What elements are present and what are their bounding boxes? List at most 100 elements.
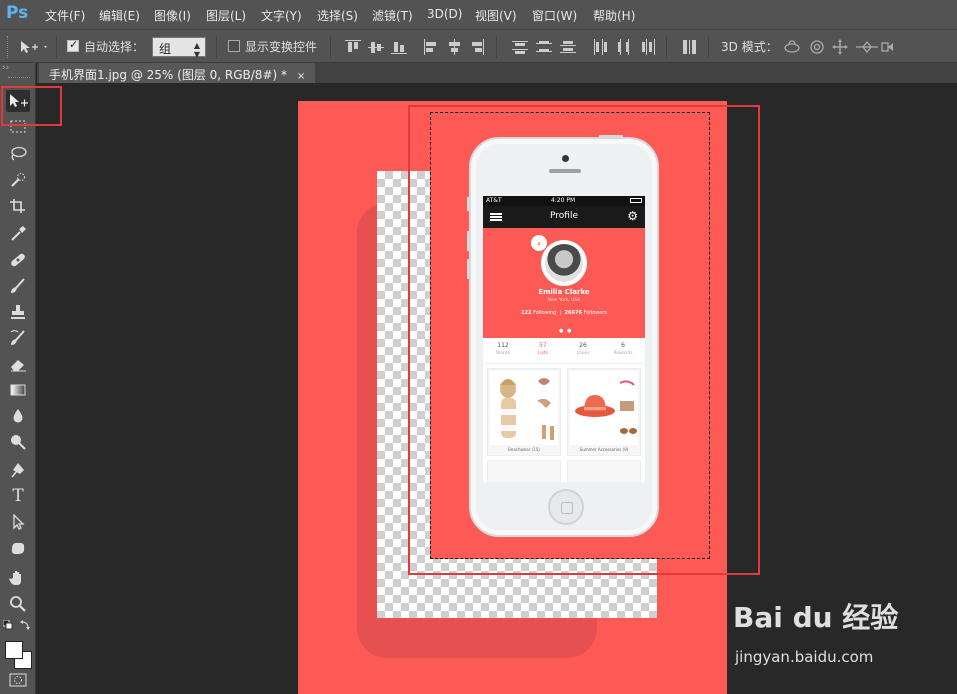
- menu-type[interactable]: 文字(Y): [261, 7, 302, 24]
- menu-select[interactable]: 选择(S): [317, 7, 358, 24]
- distribute-bottom-icon[interactable]: [560, 39, 576, 55]
- custom-shape-tool[interactable]: [6, 537, 30, 559]
- menu-view[interactable]: 视图(V): [475, 7, 517, 24]
- auto-select-checkbox[interactable]: [67, 38, 79, 52]
- crop-tool[interactable]: [6, 195, 30, 217]
- align-left-icon[interactable]: [423, 39, 439, 55]
- bandage-icon: [11, 253, 25, 267]
- 3d-scale-icon[interactable]: [881, 42, 893, 52]
- menu-edit[interactable]: 编辑(E): [99, 7, 140, 24]
- stamp-icon: [11, 305, 25, 319]
- separator: [216, 36, 217, 58]
- default-colors-icon[interactable]: [3, 620, 13, 630]
- eraser-icon: [11, 360, 26, 372]
- options-bar-grip[interactable]: [7, 36, 10, 58]
- zoom-tool[interactable]: [6, 593, 30, 615]
- swap-default-colors: [3, 620, 30, 630]
- separator: [496, 36, 497, 58]
- auto-select-dropdown[interactable]: 组 ▲ ▼: [152, 37, 206, 59]
- type-tool[interactable]: T: [6, 485, 30, 507]
- gradient-tool[interactable]: [6, 379, 30, 401]
- auto-select-label: 自动选择：: [84, 40, 145, 54]
- dodge-tool[interactable]: [6, 431, 30, 453]
- auto-align-layers-icon[interactable]: [682, 39, 698, 55]
- healing-brush-tool[interactable]: [6, 249, 30, 271]
- menu-window[interactable]: 窗口(W): [532, 7, 577, 24]
- options-bar: 自动选择： 组 ▲▼ 显示变换控件 3D 模式：: [0, 29, 957, 63]
- menu-image[interactable]: 图像(I): [154, 7, 191, 24]
- annotation-box-layer: [408, 105, 760, 575]
- path-selection-icon: [13, 513, 25, 530]
- distribute-hcenter-icon[interactable]: [616, 39, 632, 55]
- align-top-icon[interactable]: [345, 39, 361, 55]
- align-bottom-icon[interactable]: [391, 39, 407, 55]
- show-transform-checkbox[interactable]: [228, 40, 240, 52]
- foreground-color-swatch[interactable]: [5, 641, 23, 659]
- document-tab-title: 手机界面1.jpg @ 25% (图层 0, RGB/8#) *: [49, 68, 287, 82]
- document-tab[interactable]: 手机界面1.jpg @ 25% (图层 0, RGB/8#) * ×: [39, 63, 316, 83]
- eraser-tool[interactable]: [6, 353, 30, 375]
- toolbox-grip[interactable]: [8, 77, 30, 78]
- move-tool-icon: [21, 41, 47, 53]
- document-tab-bar: 手机界面1.jpg @ 25% (图层 0, RGB/8#) * ×: [37, 63, 957, 83]
- 3d-roll-icon[interactable]: [810, 40, 824, 54]
- hand-tool[interactable]: [6, 567, 30, 589]
- menu-3d[interactable]: 3D(D): [427, 7, 462, 21]
- pen-icon: [11, 463, 24, 478]
- brush-icon: [11, 278, 25, 293]
- 3d-pan-icon[interactable]: [832, 39, 848, 55]
- toolbox-panel: ›› T: [0, 63, 36, 694]
- menu-file[interactable]: 文件(F): [45, 7, 85, 24]
- updown-arrows-icon: ▲ ▼: [193, 41, 200, 59]
- align-hcenter-icon[interactable]: [446, 39, 462, 55]
- lasso-tool[interactable]: [6, 142, 30, 164]
- separator: [666, 36, 667, 58]
- distribute-right-icon[interactable]: [640, 39, 656, 55]
- type-t-icon: T: [12, 486, 24, 506]
- history-brush-tool[interactable]: [6, 327, 30, 349]
- align-right-icon[interactable]: [469, 39, 485, 55]
- distribute-top-icon[interactable]: [512, 39, 528, 55]
- 3d-slide-icon[interactable]: [856, 40, 878, 54]
- menu-help[interactable]: 帮助(H): [593, 7, 635, 24]
- separator: [330, 36, 331, 58]
- lasso-icon: [11, 146, 27, 161]
- close-tab-icon[interactable]: ×: [297, 71, 305, 82]
- quick-selection-icon: [11, 173, 25, 187]
- magnifier-icon: [10, 596, 26, 612]
- eyedropper-icon: [11, 226, 26, 241]
- distribute-vcenter-icon[interactable]: [536, 39, 552, 55]
- auto-select-value: 组: [159, 42, 172, 56]
- blur-tool[interactable]: [6, 405, 30, 427]
- menu-filter[interactable]: 滤镜(T): [372, 7, 413, 24]
- path-selection-tool[interactable]: [6, 511, 30, 533]
- 3d-mode-label: 3D 模式：: [721, 40, 778, 54]
- quick-selection-tool[interactable]: [6, 169, 30, 191]
- shape-blob-icon: [11, 542, 25, 555]
- eyedropper-tool[interactable]: [6, 222, 30, 244]
- menu-layer[interactable]: 图层(L): [206, 7, 246, 24]
- baidu-jingyan-watermark: Bai du 经验: [733, 601, 899, 634]
- dodge-icon: [11, 435, 26, 450]
- toolbox-collapse-button[interactable]: ››: [2, 63, 9, 73]
- distribute-left-icon[interactable]: [592, 39, 608, 55]
- pen-tool[interactable]: [6, 459, 30, 481]
- photoshop-logo: Ps: [6, 3, 29, 23]
- align-vcenter-icon[interactable]: [368, 39, 384, 55]
- crop-icon: [10, 199, 25, 213]
- separator: [708, 36, 709, 58]
- tool-preset-picker[interactable]: [19, 38, 49, 56]
- menu-bar: Ps 文件(F) 编辑(E) 图像(I) 图层(L) 文字(Y) 选择(S) 滤…: [0, 0, 957, 29]
- hand-icon: [9, 571, 21, 585]
- separator: [56, 36, 57, 58]
- 3d-mode-icons: [784, 39, 893, 55]
- watermark-domain: jingyan.baidu.com: [735, 648, 874, 666]
- clone-stamp-tool[interactable]: [6, 301, 30, 323]
- quick-mask-icon[interactable]: [9, 673, 27, 687]
- show-transform-label: 显示变换控件: [245, 40, 318, 54]
- gradient-icon: [10, 384, 26, 396]
- swap-colors-icon[interactable]: [20, 620, 30, 630]
- brush-tool[interactable]: [6, 275, 30, 297]
- 3d-rotate-icon[interactable]: [784, 40, 800, 53]
- water-drop-icon: [13, 409, 23, 423]
